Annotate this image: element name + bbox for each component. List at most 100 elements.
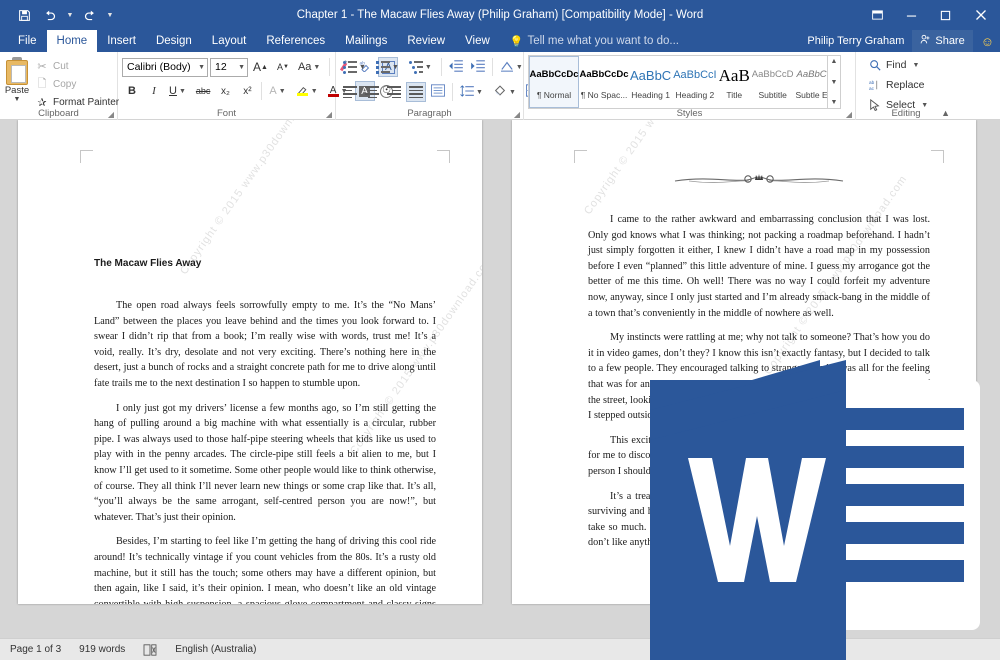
scroll-down-icon[interactable]: ▼ — [831, 79, 838, 86]
copy-button[interactable]: 🗋 Copy — [32, 76, 122, 93]
styles-dialog-launcher-icon[interactable]: ◢ — [846, 110, 852, 119]
clipboard-dialog-launcher-icon[interactable]: ◢ — [108, 110, 114, 119]
justify-button[interactable] — [406, 82, 426, 102]
numbering-button[interactable]: ▼ — [373, 57, 404, 77]
shading-dropdown-icon[interactable]: ▼ — [507, 89, 518, 96]
style-subtle-emphasis[interactable]: AaBbCcDt Subtle Em... — [795, 56, 827, 108]
find-dropdown-icon[interactable]: ▼ — [910, 62, 921, 69]
bullets-dropdown-icon[interactable]: ▼ — [357, 64, 368, 71]
customize-quick-access-toolbar-icon[interactable]: ▼ — [104, 3, 116, 27]
highlighter-icon — [296, 86, 309, 96]
style-heading-1[interactable]: AaBbC Heading 1 — [629, 56, 672, 108]
paragraph-dialog-launcher-icon[interactable]: ◢ — [514, 110, 520, 119]
feedback-smiley-icon[interactable]: ☺ — [981, 34, 994, 49]
tab-design[interactable]: Design — [146, 30, 202, 52]
style-title[interactable]: AaB Title — [718, 56, 751, 108]
collapse-ribbon-icon[interactable]: ▲ — [941, 108, 950, 118]
superscript-button[interactable]: x² — [237, 81, 257, 101]
tab-view[interactable]: View — [455, 30, 500, 52]
bullets-button[interactable]: ▼ — [340, 57, 371, 77]
maximize-button[interactable] — [928, 0, 962, 30]
text-effects-icon: A — [269, 85, 277, 97]
paste-dropdown-icon[interactable]: ▼ — [14, 96, 21, 103]
scroll-up-icon[interactable]: ▲ — [831, 58, 838, 65]
multilevel-dropdown-icon[interactable]: ▼ — [423, 64, 434, 71]
tab-insert[interactable]: Insert — [97, 30, 146, 52]
close-button[interactable] — [962, 0, 1000, 30]
tab-mailings[interactable]: Mailings — [335, 30, 397, 52]
margin-corner-icon — [80, 150, 93, 163]
paragraph[interactable]: The open road always feels sorrowfully e… — [94, 298, 436, 392]
text-highlight-color-button[interactable]: ▼ — [293, 81, 323, 101]
tab-file[interactable]: File — [8, 30, 47, 52]
styles-gallery[interactable]: AaBbCcDc ¶ Normal AaBbCcDc ¶ No Spac... … — [528, 55, 828, 109]
align-left-button[interactable] — [340, 82, 360, 102]
change-case-button[interactable]: Aa ▼ — [295, 57, 325, 77]
share-button[interactable]: Share — [912, 30, 973, 52]
shrink-font-button[interactable]: A ▼ — [273, 57, 293, 77]
align-center-button[interactable] — [362, 82, 382, 102]
bold-button[interactable]: B — [122, 81, 142, 101]
line-and-paragraph-spacing-button[interactable]: ▼ — [457, 82, 488, 102]
undo-icon[interactable] — [38, 3, 62, 27]
tab-layout[interactable]: Layout — [202, 30, 257, 52]
paragraph[interactable]: I only just got my drivers’ license a fe… — [94, 401, 436, 526]
language-indicator[interactable]: English (Australia) — [175, 644, 256, 655]
style-heading-2[interactable]: AaBbCcI Heading 2 — [672, 56, 717, 108]
strikethrough-button[interactable]: abc — [193, 81, 214, 101]
italic-button[interactable]: I — [144, 81, 164, 101]
text-effects-button[interactable]: A ▼ — [266, 81, 290, 101]
redo-icon[interactable] — [78, 3, 102, 27]
style-subtitle[interactable]: AaBbCcD Subtitle — [751, 56, 795, 108]
line-spacing-dropdown-icon[interactable]: ▼ — [474, 89, 485, 96]
font-size-dropdown-icon[interactable]: ▼ — [235, 64, 245, 71]
tab-home[interactable]: Home — [46, 30, 98, 52]
style-normal[interactable]: AaBbCcDc ¶ Normal — [529, 56, 579, 108]
text-effects-dropdown-icon[interactable]: ▼ — [277, 88, 288, 95]
underline-button[interactable]: U ▼ — [166, 81, 191, 101]
account-area: Philip Terry Graham Share ☺ — [807, 30, 1000, 52]
cut-button[interactable]: ✂ Cut — [32, 58, 122, 75]
font-dialog-launcher-icon[interactable]: ◢ — [326, 110, 332, 119]
save-icon[interactable] — [12, 3, 36, 27]
paragraph[interactable]: I came to the rather awkward and embarra… — [588, 212, 930, 321]
styles-more-icon[interactable]: ▼ — [831, 99, 838, 106]
paste-button[interactable]: Paste ▼ — [4, 56, 30, 103]
word-count[interactable]: 919 words — [79, 644, 125, 655]
page-indicator[interactable]: Page 1 of 3 — [10, 644, 61, 655]
change-case-dropdown-icon[interactable]: ▼ — [311, 64, 322, 71]
undo-dropdown-icon[interactable]: ▼ — [64, 3, 76, 27]
font-name-combo[interactable]: Calibri (Body) ▼ — [122, 57, 208, 77]
grow-font-button[interactable]: A ▲ — [250, 57, 271, 77]
underline-dropdown-icon[interactable]: ▼ — [177, 88, 188, 95]
font-name-dropdown-icon[interactable]: ▼ — [195, 64, 205, 71]
find-button[interactable]: Find ▼ — [864, 56, 925, 74]
font-size-combo[interactable]: 12 ▼ — [210, 57, 248, 77]
multilevel-list-button[interactable]: ▼ — [406, 57, 437, 77]
paragraph[interactable]: Besides, I’m starting to feel like I’m g… — [94, 534, 436, 604]
numbering-dropdown-icon[interactable]: ▼ — [390, 64, 401, 71]
increase-indent-button[interactable] — [468, 57, 488, 77]
line-spacing-grid-button[interactable] — [428, 82, 448, 102]
styles-gallery-scroll[interactable]: ▲ ▼ ▼ — [828, 55, 841, 109]
proofing-errors-icon[interactable] — [143, 643, 157, 656]
style-no-spacing[interactable]: AaBbCcDc ¶ No Spac... — [579, 56, 629, 108]
align-right-button[interactable] — [384, 82, 404, 102]
shading-bucket-icon — [493, 84, 507, 100]
decrease-indent-button[interactable] — [446, 57, 466, 77]
ribbon-display-options-icon[interactable] — [860, 0, 894, 30]
align-right-icon — [387, 86, 401, 98]
grow-font-icon: A — [253, 60, 262, 74]
user-name-label[interactable]: Philip Terry Graham — [807, 35, 904, 47]
tell-me-search[interactable]: 💡 Tell me what you want to do... — [500, 30, 689, 52]
tab-references[interactable]: References — [256, 30, 335, 52]
subscript-button[interactable]: x₂ — [215, 81, 235, 101]
shading-button[interactable]: ▼ — [490, 82, 521, 102]
search-icon — [868, 58, 882, 72]
tab-review[interactable]: Review — [397, 30, 455, 52]
highlight-dropdown-icon[interactable]: ▼ — [309, 88, 320, 95]
minimize-button[interactable] — [894, 0, 928, 30]
replace-button[interactable]: ab ac Replace — [864, 76, 929, 94]
change-case-icon: Aa — [297, 61, 312, 73]
document-page-1[interactable]: The Macaw Flies Away The open road alway… — [18, 120, 482, 604]
